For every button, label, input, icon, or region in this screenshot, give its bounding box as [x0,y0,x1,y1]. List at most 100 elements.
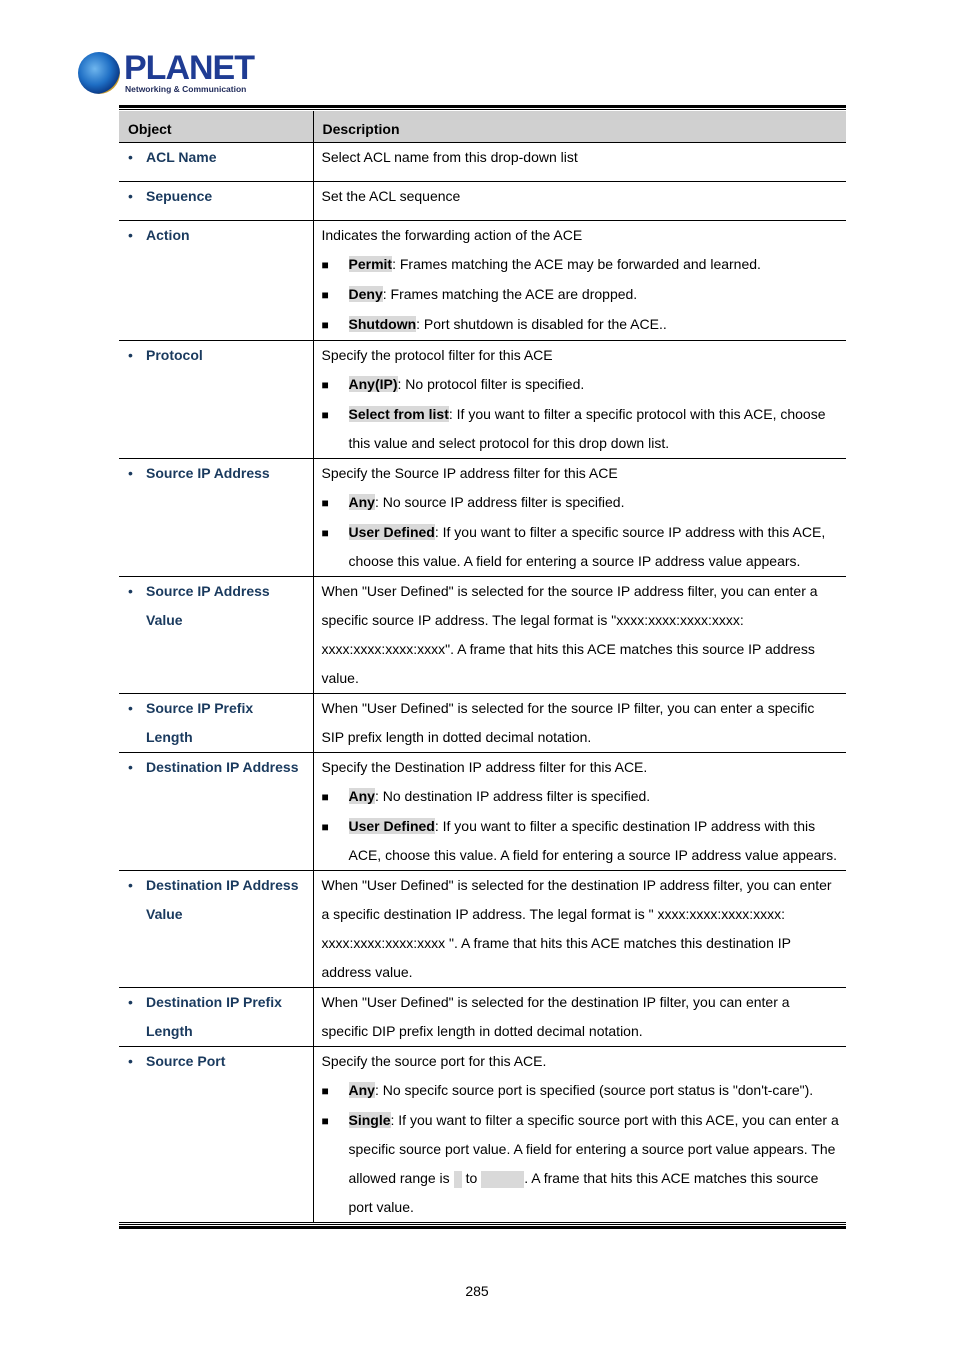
option-bullet: Select from list: If you want to filter … [322,400,841,458]
brand-tagline: Networking & Communication [125,84,247,94]
object-label: Source IP Prefix [146,700,254,716]
description-text: Select ACL name from this drop-down list [321,149,578,165]
object-label-line2: Value [146,906,183,922]
object-label-line2: Value [146,612,183,628]
object-cell: Source IP Address [119,458,314,577]
option-bullet: User Defined: If you want to filter a sp… [322,812,841,870]
object-cell: Source Port [119,1046,314,1223]
bullet-dot-icon [128,577,146,635]
option-term: Single [348,1112,391,1128]
square-bullet-icon [322,812,349,870]
object-item: Destination IP Address Value [128,871,307,929]
description-text: When "User Defined" is selected for the … [321,877,832,980]
table-row: Destination IP Address Specify the Destin… [119,752,846,871]
table-row: ACL Name Select ACL name from this drop-d… [119,142,846,182]
description-text: When "User Defined" is selected for the … [321,700,815,745]
square-bullet-icon [322,1106,349,1222]
table-row: Action Indicates the forwarding action of… [119,220,846,341]
option-bullet: User Defined: If you want to filter a sp… [322,518,841,576]
bullet-dot-icon [128,1047,146,1076]
range-to-text: to [465,1170,478,1186]
planet-logo: PLANET Networking & Communication [78,50,255,98]
option-term: Shutdown [348,316,417,332]
object-cell: Action [119,220,314,341]
option-term: Any [348,788,375,804]
description-cell: Specify the Source IP address filter for… [313,458,846,577]
description-cell: Specify the protocol filter for this ACE… [313,340,846,459]
object-item: Source IP Address Value [128,577,307,635]
option-bullet: Any: No destination IP address filter is… [322,782,841,812]
option-term: User Defined [348,818,435,834]
object-label: Source IP Address [146,465,270,481]
table-row: Protocol Specify the protocol filter for … [119,340,846,459]
object-label: Action [146,227,190,243]
square-bullet-icon [322,370,349,400]
option-bullet: Shutdown: Port shutdown is disabled for … [322,310,841,340]
bullet-dot-icon [128,988,146,1046]
option-text: : No specifc source port is specified (s… [374,1082,814,1098]
description-text: When "User Defined" is selected for the … [321,994,790,1039]
bullet-dot-icon [128,143,146,172]
option-bullet: Any: No specifc source port is specified… [322,1076,841,1106]
option-term: Any(IP) [348,376,398,392]
square-bullet-icon [322,782,349,812]
table-row: Source IP Address Specify the Source IP a… [119,458,846,577]
object-cell: Protocol [119,340,314,459]
object-item: Destination IP Address [128,753,307,782]
option-text: : No source IP address filter is specifi… [374,494,625,510]
object-label-line2: Length [146,1023,193,1039]
description-text: When "User Defined" is selected for the … [321,583,818,686]
bullet-dot-icon [128,694,146,752]
description-text: Set the ACL sequence [321,188,461,204]
table-bottom-rule [119,1224,846,1229]
object-cell: ACL Name [119,142,314,182]
option-text: : No destination IP address filter is sp… [374,788,651,804]
object-label: Source Port [146,1053,226,1069]
bullet-dot-icon [128,871,146,929]
table-top-rule [119,105,846,110]
range-min-placeholder [453,1170,462,1188]
bullet-dot-icon [128,341,146,370]
description-cell: When "User Defined" is selected for the … [313,870,846,988]
bullet-dot-icon [128,221,146,250]
object-cell: Destination IP Address [119,752,314,871]
description-cell: Specify the Destination IP address filte… [313,752,846,871]
bullet-dot-icon [128,182,146,211]
object-item: Destination IP Prefix Length [128,988,307,1046]
object-label: Protocol [146,347,203,363]
option-term: Any [348,1082,375,1098]
column-header-object: Object [119,111,314,143]
description-cell: When "User Defined" is selected for the … [313,693,846,753]
description-cell: Select ACL name from this drop-down list [313,142,846,182]
option-text: : Port shutdown is disabled for the ACE.… [416,316,667,332]
square-bullet-icon [322,400,349,458]
table-row: Sepuence Set the ACL sequence [119,181,846,221]
object-label: Source IP Address [146,583,270,599]
range-max-placeholder [481,1170,525,1188]
square-bullet-icon [322,518,349,576]
object-label: Destination IP Address [146,759,299,775]
page-number: 285 [465,1283,489,1299]
object-label: Destination IP Prefix [146,994,282,1010]
option-bullet: Deny: Frames matching the ACE are droppe… [322,280,841,310]
table-row: Destination IP Address Value When "User De… [119,870,846,988]
object-label: Destination IP Address [146,877,299,893]
table-row: Destination IP Prefix Length When "User De… [119,987,846,1047]
description-text: Specify the Destination IP address filte… [321,759,648,775]
column-header-description: Description [313,111,846,143]
object-item: Sepuence [128,182,307,211]
option-text: : No protocol filter is specified. [397,376,585,392]
object-item: Source IP Prefix Length [128,694,307,752]
object-cell: Destination IP Prefix Length [119,987,314,1047]
object-label: ACL Name [146,149,217,165]
option-bullet: Permit: Frames matching the ACE may be f… [322,250,841,280]
description-cell: Specify the source port for this ACE. Any… [313,1046,846,1223]
object-cell: Source IP Address Value [119,576,314,694]
globe-icon [78,52,120,94]
description-cell: Set the ACL sequence [313,181,846,221]
table-row: Source Port Specify the source port for t… [119,1046,846,1223]
description-cell: Indicates the forwarding action of the A… [313,220,846,341]
object-cell: Destination IP Address Value [119,870,314,988]
object-item: Protocol [128,341,307,370]
square-bullet-icon [322,310,349,340]
